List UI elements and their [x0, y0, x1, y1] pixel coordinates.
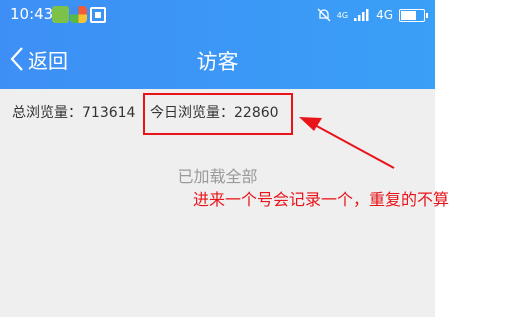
annotation-note: 进来一个号会记录一个，重复的不算: [193, 190, 450, 209]
annotation-arrow: [299, 117, 395, 169]
